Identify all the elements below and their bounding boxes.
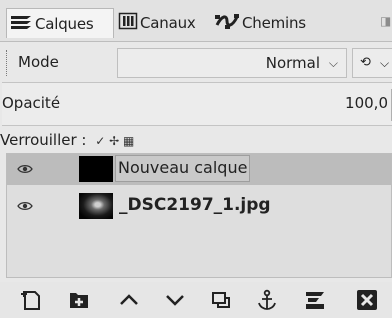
layer-name[interactable]: Nouveau calque bbox=[115, 155, 251, 182]
chevron-down-icon: ⌵ bbox=[328, 56, 338, 70]
lower-layer-icon[interactable] bbox=[160, 286, 190, 314]
mode-select[interactable]: Normal ⌵ bbox=[117, 48, 347, 78]
tab-channels[interactable]: Canaux bbox=[116, 8, 210, 38]
mode-row: Mode Normal ⌵ ⟲ ⌵ bbox=[2, 48, 392, 78]
layer-name[interactable]: _DSC2197_1.jpg bbox=[119, 195, 271, 215]
tab-menu-icon[interactable]: ◨ bbox=[380, 14, 391, 28]
tab-channels-label: Canaux bbox=[140, 14, 196, 32]
chevron-down-icon: ⌵ bbox=[380, 56, 390, 70]
duplicate-layer-icon[interactable] bbox=[206, 286, 236, 314]
dock-tab-bar: Calques Canaux Chemins ◨ bbox=[0, 0, 392, 42]
tab-layers-label: Calques bbox=[35, 14, 94, 33]
tab-paths[interactable]: Chemins bbox=[212, 8, 312, 38]
new-layer-group-icon[interactable] bbox=[64, 286, 94, 314]
new-layer-icon[interactable] bbox=[16, 286, 46, 314]
layer-row[interactable]: Nouveau calque bbox=[7, 154, 391, 185]
opacity-value[interactable]: 100,0 bbox=[345, 94, 388, 112]
anchor-icon[interactable] bbox=[252, 286, 282, 314]
opacity-spinscale[interactable]: Opacité 100,0 bbox=[2, 82, 392, 126]
opacity-label: Opacité bbox=[2, 94, 61, 112]
eye-icon[interactable] bbox=[17, 198, 33, 214]
tab-paths-label: Chemins bbox=[242, 14, 306, 32]
layer-thumbnail bbox=[79, 193, 113, 219]
tab-layers[interactable]: Calques bbox=[6, 8, 114, 38]
raise-layer-icon[interactable] bbox=[114, 286, 144, 314]
paths-icon bbox=[214, 11, 240, 35]
layers-dock: Calques Canaux Chemins ◨ Mode Normal ⌵ ⟲… bbox=[0, 0, 392, 318]
mode-label: Mode bbox=[18, 53, 59, 71]
delete-layer-icon[interactable] bbox=[352, 286, 382, 314]
composite-mode-select[interactable]: ⟲ ⌵ bbox=[352, 48, 392, 78]
layer-row[interactable]: _DSC2197_1.jpg bbox=[7, 191, 391, 222]
eye-icon[interactable] bbox=[17, 161, 33, 177]
merge-down-icon[interactable] bbox=[300, 286, 330, 314]
composite-mode-icon: ⟲ bbox=[360, 55, 371, 70]
layer-list[interactable]: Nouveau calque _DSC2197_1.jpg bbox=[6, 153, 392, 278]
layer-toolbar bbox=[0, 282, 392, 318]
channels-icon bbox=[118, 11, 138, 35]
layers-icon bbox=[9, 12, 33, 36]
lock-options-icons[interactable]: ✓ ✢ ▦ bbox=[95, 134, 134, 148]
layer-thumbnail bbox=[79, 156, 113, 182]
lock-row: Verrouiller : ✓ ✢ ▦ bbox=[0, 131, 134, 153]
mode-value: Normal bbox=[265, 54, 320, 72]
lock-label: Verrouiller : bbox=[0, 131, 87, 149]
